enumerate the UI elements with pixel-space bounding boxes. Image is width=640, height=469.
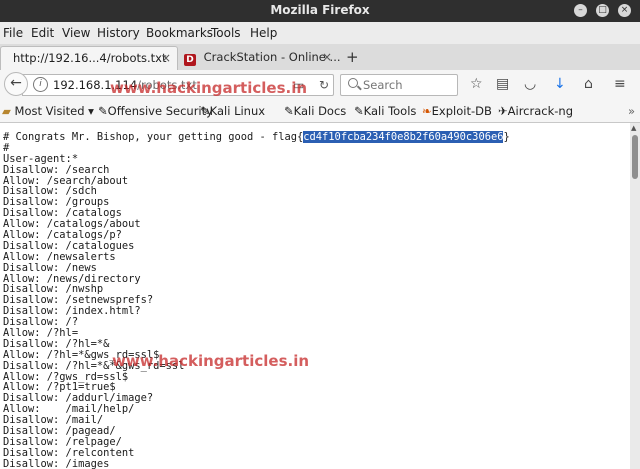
aircrack-icon: ✈	[498, 104, 508, 118]
bookmark-kali-docs[interactable]: ✎Kali Docs	[284, 104, 346, 118]
flag-line-suffix: }	[503, 131, 510, 143]
robots-line: Disallow: /index.html?	[3, 305, 141, 318]
menu-bar: File Edit View History Bookmarks Tools H…	[0, 22, 640, 44]
overflow-chevron-icon[interactable]: »	[628, 104, 635, 118]
search-icon	[348, 78, 358, 88]
flag-line-prefix: # Congrats Mr. Bishop, your getting good…	[3, 131, 304, 143]
new-tab-button[interactable]: +	[346, 48, 359, 66]
robots-lines: # User-agent:* Disallow: /search Allow: /se…	[0, 141, 630, 469]
search-input[interactable]	[363, 77, 453, 93]
tab-label: CrackStation - Online ...	[203, 50, 341, 64]
robots-line: Disallow: /news	[3, 261, 97, 274]
bookmark-label: Exploit-DB	[431, 104, 492, 118]
bookmark-label: Offensive Security	[107, 104, 213, 118]
tab-bar: http://192.16...4/robots.txt × D CrackSt…	[0, 44, 640, 71]
reload-icon[interactable]: ↻	[319, 78, 329, 92]
menu-view[interactable]: View	[62, 26, 90, 40]
library-icon[interactable]: ▤	[496, 76, 509, 92]
bookmark-label: Most Visited ▾	[14, 104, 94, 118]
bookmark-kali-linux[interactable]: ✎Kali Linux	[200, 104, 265, 118]
robots-txt-content: # Congrats Mr. Bishop, your getting good…	[0, 123, 630, 469]
tab-label: http://192.16...4/robots.txt	[13, 51, 167, 65]
robots-line: Disallow: /?hl=*&*&gws_rd=ssl	[3, 359, 185, 372]
menu-tools[interactable]: Tools	[211, 26, 241, 40]
maximize-icon[interactable]: □	[596, 4, 609, 17]
back-button[interactable]: ←	[4, 72, 28, 96]
bookmark-kali-tools[interactable]: ✎Kali Tools	[354, 104, 416, 118]
pocket-icon[interactable]: ◡	[524, 76, 536, 92]
exploit-db-icon: ❧	[422, 104, 432, 118]
bookmark-label: Kali Linux	[209, 104, 266, 118]
bookmarks-toolbar: ▰ Most Visited ▾ ✎Offensive Security ✎Ka…	[0, 100, 640, 123]
folder-icon: ▰	[2, 104, 11, 118]
download-icon[interactable]: ↓	[554, 76, 566, 92]
watermark-top: www.hackingarticles.in	[110, 79, 308, 97]
bookmark-most-visited[interactable]: ▰ Most Visited ▾	[2, 104, 94, 118]
bookmark-label: Kali Docs	[293, 104, 347, 118]
menu-edit[interactable]: Edit	[31, 26, 54, 40]
bookmark-star-icon[interactable]: ☆	[470, 76, 483, 92]
robots-line: Disallow: /search	[3, 163, 110, 176]
kali-dragon-icon: ✎	[98, 104, 108, 118]
vertical-scrollbar[interactable]: ▲	[630, 123, 640, 469]
bookmark-exploit-db[interactable]: ❧Exploit-DB	[422, 104, 492, 118]
tab-crackstation[interactable]: D CrackStation - Online ... ×	[180, 46, 341, 70]
window-titlebar: Mozilla Firefox – □ ×	[0, 0, 640, 22]
kali-dragon-icon: ✎	[200, 104, 210, 118]
bookmark-aircrack-ng[interactable]: ✈Aircrack-ng	[498, 104, 573, 118]
close-window-icon[interactable]: ×	[618, 4, 631, 17]
close-tab-icon[interactable]: ×	[322, 46, 332, 68]
flag-line: # Congrats Mr. Bishop, your getting good…	[0, 131, 630, 143]
menu-history[interactable]: History	[97, 26, 140, 40]
crackstation-favicon-icon: D	[184, 54, 196, 66]
search-box[interactable]	[340, 74, 458, 96]
window-title: Mozilla Firefox	[270, 3, 370, 17]
scroll-up-arrow-icon[interactable]: ▲	[631, 124, 636, 132]
home-icon[interactable]: ⌂	[584, 76, 593, 92]
menu-help[interactable]: Help	[250, 26, 277, 40]
watermark-middle: www.hackingarticles.in	[112, 352, 310, 370]
flag-value-selection[interactable]: cd4f10fcba234f0e8b2f60a490c306e6	[303, 131, 504, 143]
navigation-toolbar: i 192.168.1.114/robots.txt ▭ ↻ ← ☆ ▤ ◡ ↓…	[0, 70, 640, 100]
site-info-icon[interactable]: i	[33, 77, 48, 92]
scrollbar-thumb[interactable]	[632, 135, 638, 179]
robots-line: #	[3, 141, 10, 154]
robots-line: Disallow: /images	[3, 457, 110, 469]
kali-dragon-icon: ✎	[284, 104, 294, 118]
minimize-icon[interactable]: –	[574, 4, 587, 17]
kali-dragon-icon: ✎	[354, 104, 364, 118]
bookmark-label: Kali Tools	[363, 104, 417, 118]
bookmark-label: Aircrack-ng	[507, 104, 573, 118]
tab-robots-txt[interactable]: http://192.16...4/robots.txt ×	[0, 46, 178, 70]
menu-file[interactable]: File	[3, 26, 23, 40]
bookmark-offensive-security[interactable]: ✎Offensive Security	[98, 104, 213, 118]
back-arrow-icon: ←	[10, 75, 22, 91]
robots-line: Disallow: /?	[3, 316, 79, 329]
hamburger-menu-icon[interactable]: ≡	[614, 76, 626, 92]
close-tab-icon[interactable]: ×	[161, 47, 171, 69]
menu-bookmarks[interactable]: Bookmarks	[146, 26, 213, 40]
